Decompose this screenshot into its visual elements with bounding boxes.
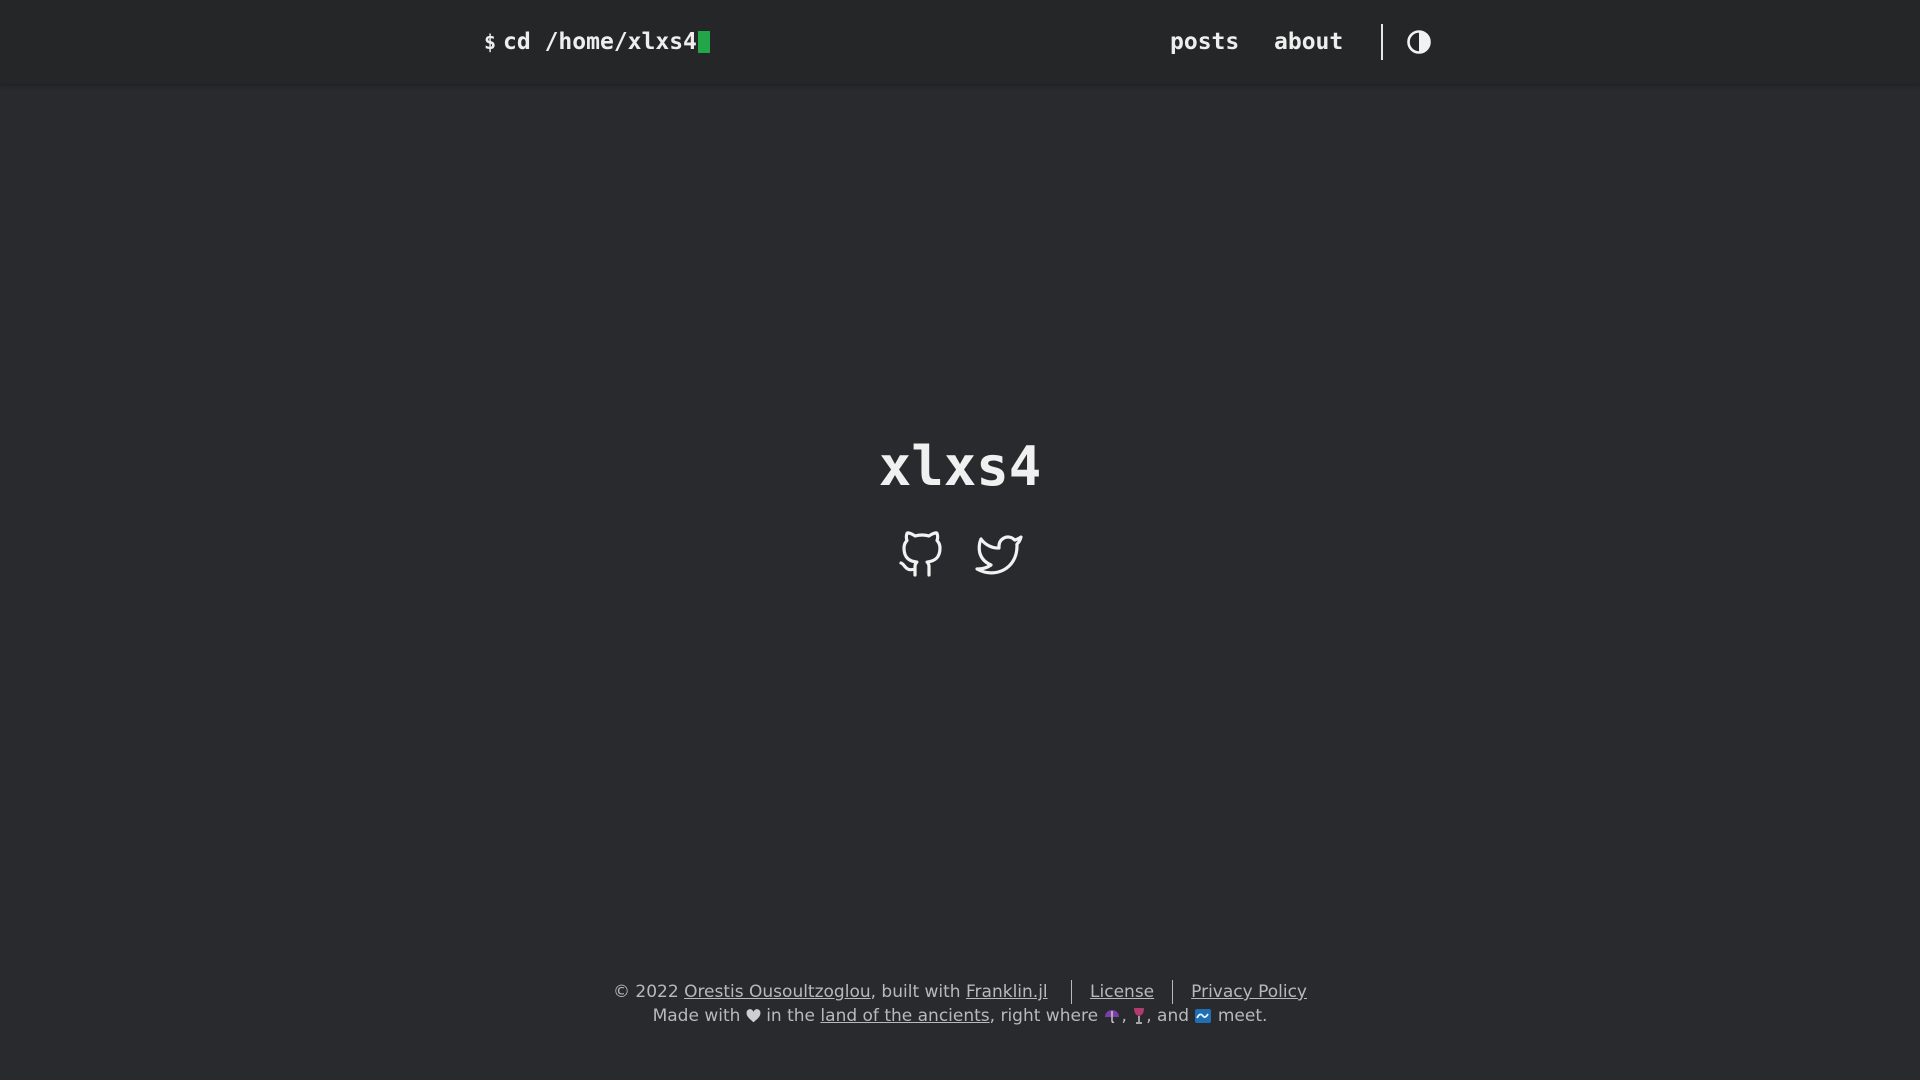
footer-line-copyright: © 2022 Orestis Ousoultzoglou, built with…: [0, 980, 1920, 1004]
footer-divider: [1172, 980, 1174, 1004]
wine-glass-icon: [1134, 1008, 1145, 1024]
theme-toggle-button[interactable]: [1406, 29, 1432, 55]
right-where-text: , right where: [989, 1006, 1099, 1026]
page-title: xlxs4: [878, 435, 1042, 498]
privacy-policy-link[interactable]: Privacy Policy: [1191, 982, 1307, 1002]
nav-divider: [1381, 24, 1383, 60]
land-of-the-ancients-link[interactable]: land of the ancients: [820, 1006, 989, 1026]
terminal-cursor: [697, 31, 710, 53]
github-icon: [899, 531, 942, 577]
github-link[interactable]: [897, 530, 945, 580]
franklin-link[interactable]: Franklin.jl: [966, 982, 1048, 1002]
contrast-icon: [1407, 30, 1431, 54]
comma-text: ,: [1121, 1006, 1127, 1026]
logo-prompt: $: [484, 30, 497, 54]
meet-text: meet.: [1217, 1006, 1268, 1026]
built-with-text: , built with: [870, 982, 961, 1002]
umbrella-icon: [1105, 1010, 1120, 1024]
twitter-link[interactable]: [975, 530, 1023, 580]
site-header: $ cd /home/xlxs4 posts about: [0, 0, 1920, 84]
footer-divider: [1071, 980, 1073, 1004]
logo-text: cd /home/xlxs4: [503, 29, 697, 55]
in-the-text: in the: [766, 1006, 816, 1026]
license-link[interactable]: License: [1090, 982, 1154, 1002]
social-links: [0, 530, 1920, 580]
site-footer: © 2022 Orestis Ousoultzoglou, built with…: [0, 980, 1920, 1028]
twitter-icon: [975, 535, 1023, 575]
footer-line-made-with: Made with in the land of the ancients, r…: [0, 1004, 1920, 1028]
site-logo-link[interactable]: $ cd /home/xlxs4: [484, 24, 710, 60]
nav-link-about[interactable]: about: [1274, 29, 1343, 55]
made-with-text: Made with: [652, 1006, 741, 1026]
water-wave-icon: [1195, 1009, 1212, 1023]
author-link[interactable]: Orestis Ousoultzoglou: [684, 982, 871, 1002]
heart-icon: [746, 1009, 761, 1023]
nav-link-posts[interactable]: posts: [1170, 29, 1239, 55]
and-text: , and: [1146, 1006, 1190, 1026]
copyright-text: © 2022: [612, 982, 679, 1002]
